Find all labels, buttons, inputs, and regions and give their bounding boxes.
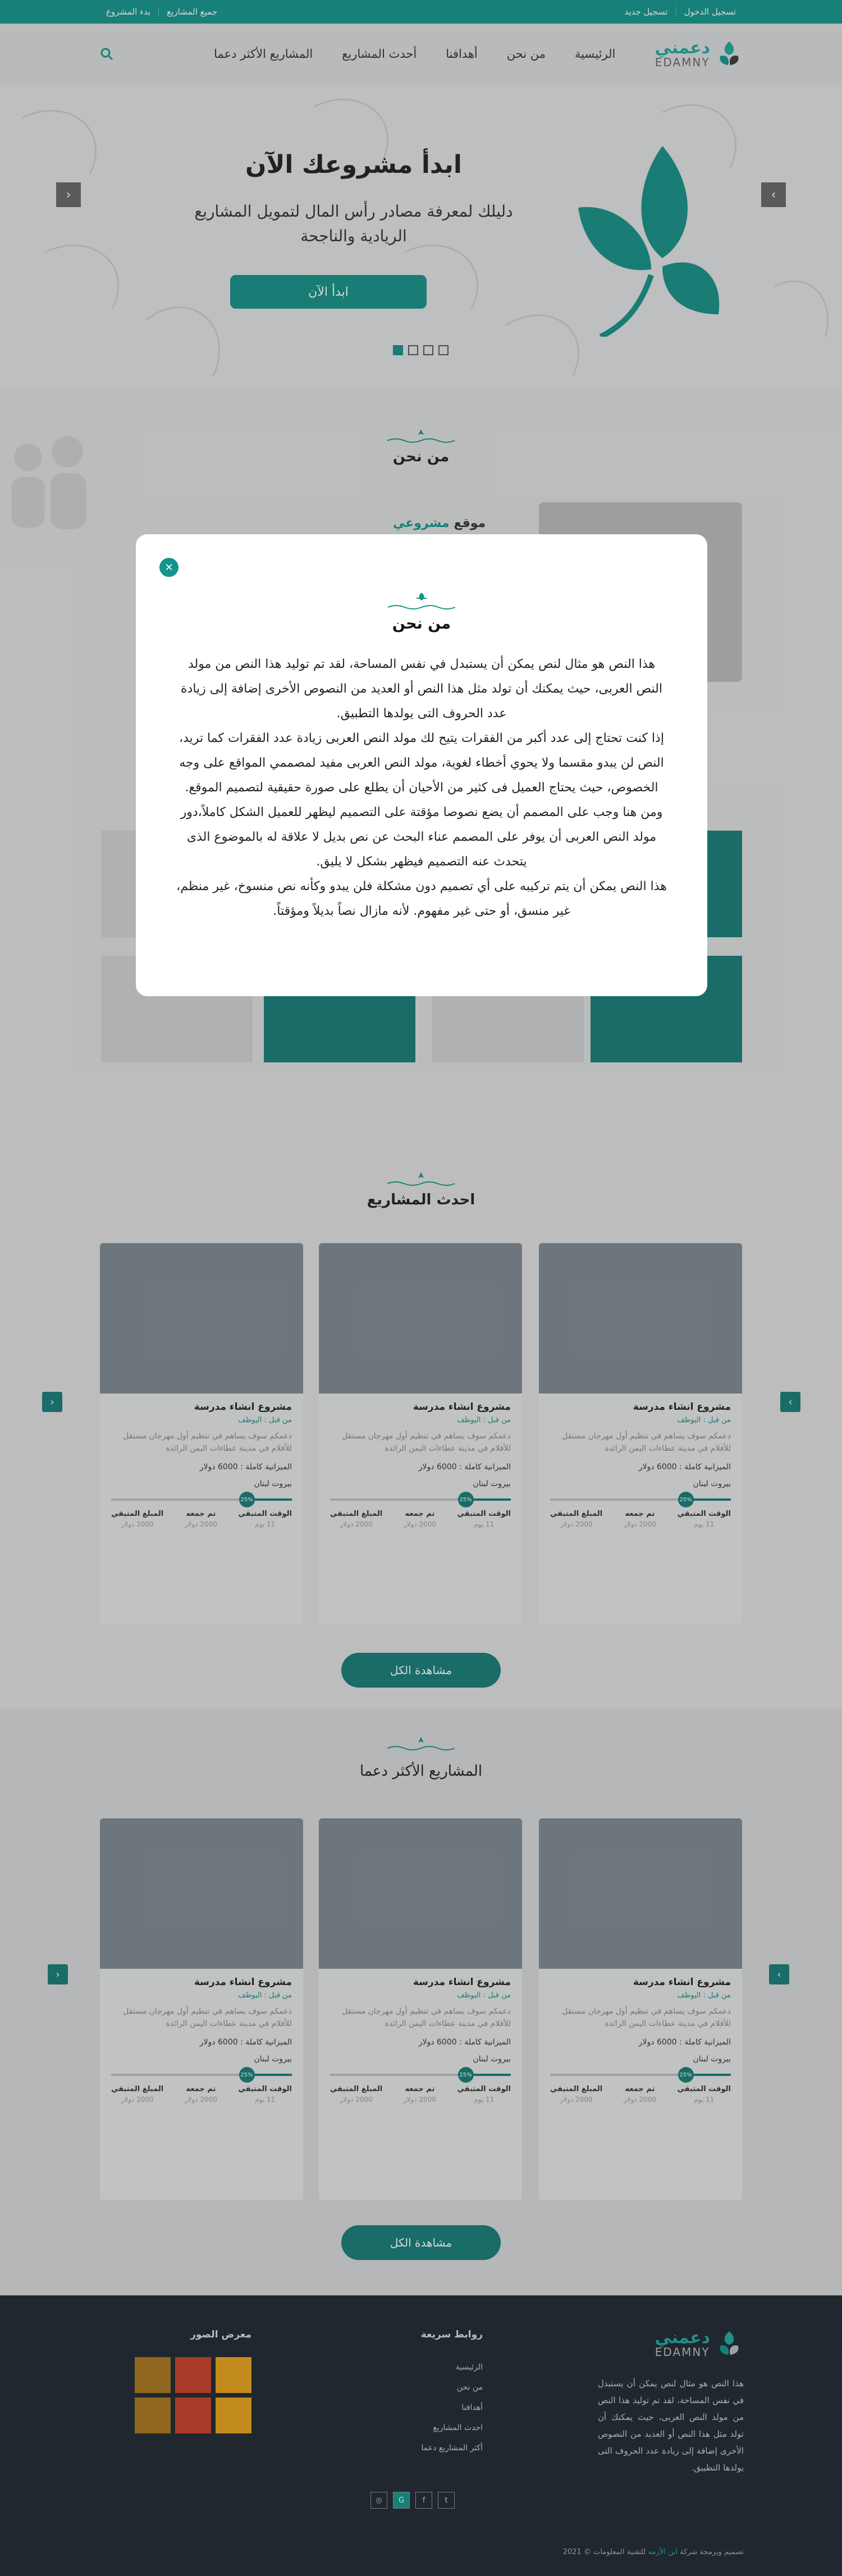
modal-paragraph: إذا كنت تحتاج إلى عدد أكبر من الفقرات يت… <box>179 731 664 795</box>
modal-backdrop[interactable] <box>0 0 842 2576</box>
about-modal: ✕ من نحن هذا النص هو مثال لنص يمكن أن يس… <box>136 534 707 996</box>
modal-title-text: من نحن <box>392 615 451 632</box>
modal-title: من نحن <box>136 590 707 632</box>
close-icon[interactable]: ✕ <box>159 558 179 577</box>
modal-paragraph: هذا النص هو مثال لنص يمكن أن يستبدل في ن… <box>181 657 662 721</box>
modal-paragraph: هذا النص يمكن أن يتم تركيبه على أي تصميم… <box>176 879 667 918</box>
modal-body: هذا النص هو مثال لنص يمكن أن يستبدل في ن… <box>175 652 668 924</box>
modal-paragraph: ومن هنا وجب على المصمم أن يضع نصوصا مؤقت… <box>180 805 663 869</box>
title-ornament-icon <box>387 593 456 609</box>
